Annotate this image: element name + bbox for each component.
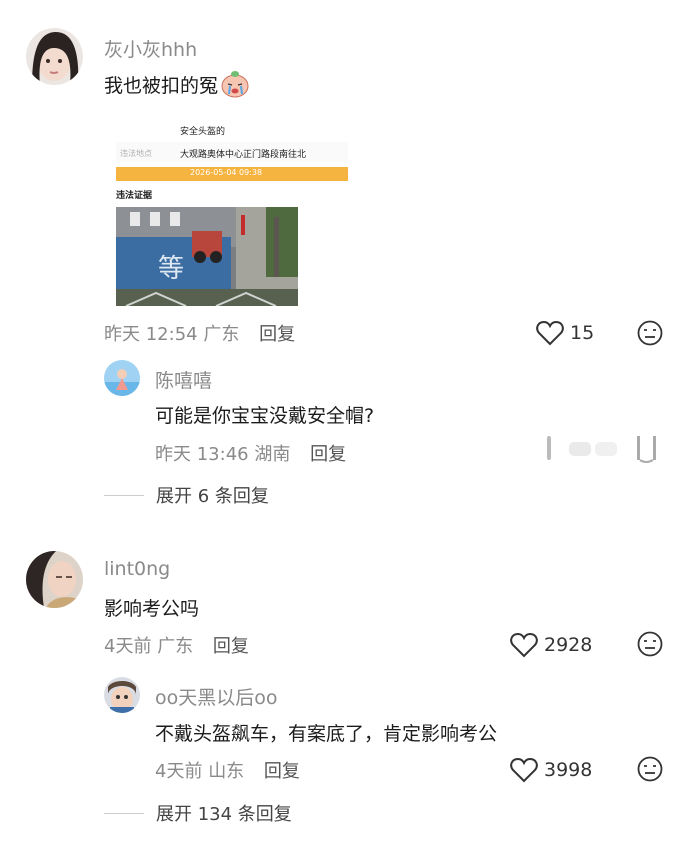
- avatar[interactable]: [26, 551, 83, 608]
- reply-button[interactable]: 回复: [310, 444, 346, 465]
- comment-username[interactable]: lint0ng: [104, 558, 170, 580]
- like-count: 3998: [544, 759, 593, 781]
- reply-time: 4天前: [155, 761, 203, 782]
- expand-replies-label: 展开 134 条回复: [156, 804, 292, 825]
- reply-meta: 4天前 山东 回复: [155, 757, 300, 783]
- card-datetime: 2026-05-04 09:38: [190, 168, 263, 177]
- dislike-face-icon[interactable]: [637, 320, 663, 346]
- reply-time: 昨天 13:46: [155, 444, 249, 465]
- reply-text: 不戴头盔飙车，有案底了，肯定影响考公: [155, 723, 498, 745]
- avatar[interactable]: [26, 28, 83, 85]
- like-button[interactable]: 15: [536, 320, 594, 346]
- violation-screenshot[interactable]: 安全头盔的 违法地点 大观路奥体中心正门路段南往北 2026-05-04 09:…: [116, 112, 348, 307]
- reply-username[interactable]: oo天黑以后oo: [155, 683, 278, 710]
- comment-region: 广东: [157, 636, 194, 657]
- reply-region: 湖南: [254, 444, 291, 465]
- svg-text:等: 等: [158, 254, 184, 284]
- card-evidence-label: 违法证据: [116, 191, 153, 201]
- reply-button[interactable]: 回复: [213, 636, 249, 657]
- comment-time: 昨天 12:54: [104, 324, 198, 345]
- comment-region: 广东: [203, 324, 240, 345]
- expand-replies-button[interactable]: 展开 134 条回复: [104, 800, 292, 826]
- reply-region: 山东: [208, 761, 245, 782]
- evidence-photo: 等: [116, 207, 298, 307]
- card-title: 安全头盔的: [180, 127, 226, 137]
- blurred-action-icons: [545, 430, 663, 466]
- heart-icon: [510, 757, 538, 783]
- expand-replies-button[interactable]: 展开 6 条回复: [104, 482, 269, 508]
- heart-icon: [536, 320, 564, 346]
- reply-avatar[interactable]: [104, 677, 140, 713]
- expand-replies-label: 展开 6 条回复: [156, 486, 269, 507]
- like-count: 2928: [544, 634, 593, 656]
- reply-button[interactable]: 回复: [264, 761, 300, 782]
- like-count: 15: [570, 322, 595, 344]
- comment-username[interactable]: 灰小灰hhh: [104, 35, 197, 62]
- heart-icon: [510, 632, 538, 658]
- comment-text: 影响考公吗: [104, 598, 200, 620]
- reply-text: 可能是你宝宝没戴安全帽?: [155, 405, 375, 427]
- divider-line: [104, 494, 144, 496]
- like-button[interactable]: 3998: [510, 757, 592, 783]
- reply-username[interactable]: 陈嘻嘻: [155, 366, 212, 393]
- like-button[interactable]: 2928: [510, 632, 592, 658]
- card-location-label: 违法地点: [120, 149, 152, 158]
- dislike-face-icon[interactable]: [637, 756, 663, 782]
- dislike-face-icon[interactable]: [637, 631, 663, 657]
- reply-meta: 昨天 13:46 湖南 回复: [155, 440, 346, 466]
- reply-button[interactable]: 回复: [259, 324, 295, 345]
- comment-meta: 昨天 12:54 广东 回复: [104, 320, 295, 346]
- comment-meta: 4天前 广东 回复: [104, 632, 249, 658]
- card-datetime-bar: 2026-05-04 09:38: [116, 167, 348, 181]
- card-location: 大观路奥体中心正门路段南往北: [180, 150, 307, 160]
- comment-text: 我也被扣的冤: [104, 70, 250, 98]
- comment-text-content: 我也被扣的冤: [104, 74, 219, 97]
- crying-baby-emoji-icon: [220, 70, 250, 98]
- divider-line: [104, 812, 144, 814]
- reply-avatar[interactable]: [104, 360, 140, 396]
- comment-time: 4天前: [104, 636, 152, 657]
